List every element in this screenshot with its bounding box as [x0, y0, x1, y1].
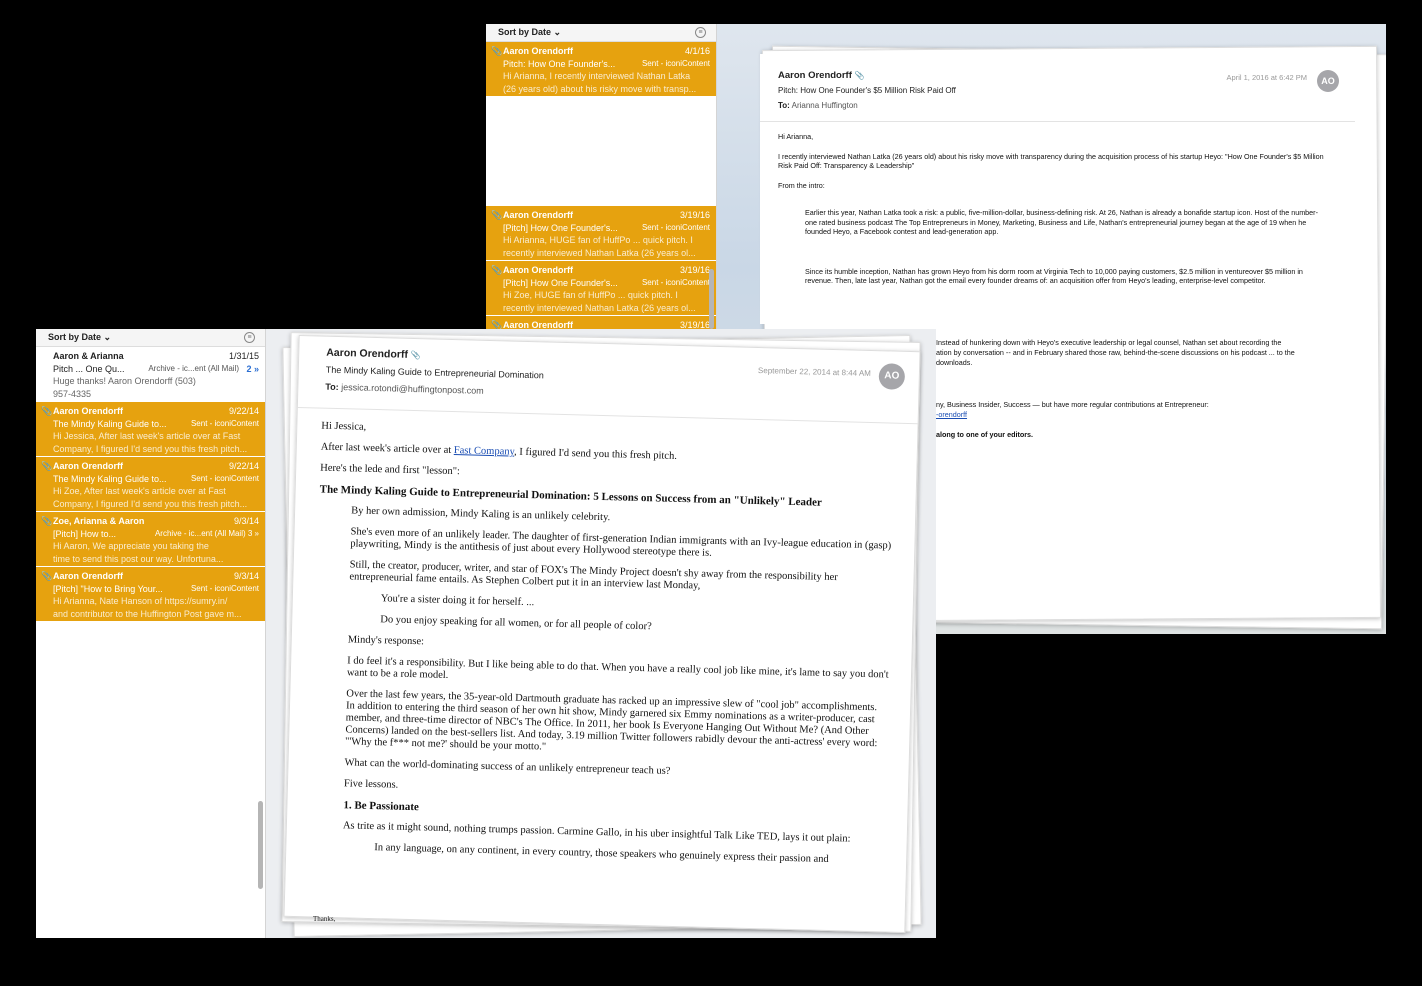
paperclip-icon: 📎 — [41, 571, 53, 581]
message-preview: Hi Zoe, After last week's article over a… — [53, 486, 226, 496]
filter-icon[interactable]: ≡ — [244, 332, 255, 343]
message-preview: Hi Jessica, After last week's article ov… — [53, 431, 241, 441]
email-paragraph: ny, Business Insider, Success — but have… — [936, 400, 1209, 409]
message-folder: Sent - iconiContent — [641, 222, 710, 232]
paperclip-icon: 📎 — [491, 210, 503, 220]
recipient-line: To: Arianna Huffington — [778, 101, 858, 110]
message-folder: Sent - iconiContent — [190, 418, 259, 428]
paperclip-icon: 📎 — [41, 406, 53, 416]
message-sender: Aaron Orendorff — [503, 265, 574, 275]
message-sender: Zoe, Arianna & Aaron — [53, 516, 145, 526]
avatar: AO — [878, 363, 906, 390]
email-date: September 22, 2014 at 8:44 AM — [757, 365, 872, 378]
email-quote: Since its humble inception, Nathan has g… — [805, 266, 1303, 286]
message-sender: Aaron Orendorff — [53, 571, 124, 581]
email-paragraph: From the intro: — [778, 180, 825, 190]
message-preview: and contributor to the Huffington Post g… — [53, 608, 242, 619]
message-date: 1/31/15 — [228, 351, 259, 361]
message-preview: time to send this post our way. Unfortun… — [53, 553, 224, 564]
fast-company-link[interactable]: Fast Company — [454, 445, 515, 458]
paperclip-icon: 📎 — [41, 461, 53, 471]
back-email-body-visible: Instead of hunkering down with Heyo's ex… — [936, 338, 1346, 440]
recipient: Arianna Huffington — [791, 101, 858, 110]
message-item[interactable]: Aaron & Arianna 1/31/15 Pitch ... One Qu… — [36, 347, 265, 402]
message-folder: Sent - iconiContent — [641, 58, 710, 68]
message-preview: Company, I figured I'd send you this fre… — [53, 443, 248, 454]
message-date: 9/3/14 — [233, 571, 259, 581]
front-message-list[interactable]: Sort by Date ⌄ ≡ Aaron & Arianna 1/31/15… — [36, 329, 266, 938]
sort-label: Sort by Date ⌄ — [48, 332, 112, 342]
message-folder: Sent - iconiContent — [641, 277, 710, 287]
message-preview: recently interviewed Nathan Latka (26 ye… — [503, 247, 696, 258]
email-quote: downloads. — [936, 358, 973, 367]
message-preview: recently interviewed Nathan Latka (26 ye… — [503, 302, 696, 313]
sort-label: Sort by Date ⌄ — [498, 27, 562, 37]
thanks-line: Thanks, — [313, 915, 336, 923]
email-paragraph: Over the last few years, the 35-year-old… — [344, 688, 878, 753]
paperclip-icon: 📎 — [491, 46, 503, 56]
message-date: 4/1/16 — [684, 46, 710, 56]
message-item[interactable]: 📎 Aaron Orendorff 3/19/16 [Pitch] How On… — [486, 206, 716, 261]
message-date: 9/22/14 — [228, 406, 259, 416]
message-folder: Sent - iconiContent — [190, 473, 259, 483]
message-date: 3/19/16 — [679, 265, 710, 275]
scrollbar-thumb[interactable] — [258, 801, 263, 889]
recipient: jessica.rotondi@huffingtonpost.com — [341, 382, 484, 396]
front-email-body: Hi Jessica, After last week's article ov… — [286, 408, 917, 868]
email-link[interactable]: -orendorff — [936, 410, 1346, 420]
message-preview: Hi Zoe, HUGE fan of HuffPo ... quick pit… — [503, 290, 678, 300]
message-item[interactable]: 📎 Aaron Orendorff 9/22/14 The Mindy Kali… — [36, 402, 265, 457]
sort-by-date-button[interactable]: Sort by Date ⌄ ≡ — [486, 24, 716, 42]
message-sender: Aaron Orendorff — [503, 46, 574, 56]
message-folder: Sent - iconiContent — [190, 583, 259, 593]
front-email-view: Aaron Orendorff 📎 The Mindy Kaling Guide… — [283, 334, 921, 934]
message-preview: Hi Arianna, Nate Hanson of https://sumry… — [53, 596, 228, 606]
front-mail-window: Sort by Date ⌄ ≡ Aaron & Arianna 1/31/15… — [36, 329, 936, 938]
message-subject: [Pitch] How to... — [53, 528, 117, 539]
scrollbar-thumb[interactable] — [709, 269, 714, 329]
message-preview: Hi Arianna, HUGE fan of HuffPo ... quick… — [503, 235, 693, 245]
back-email-body: Hi Arianna, I recently interviewed Natha… — [778, 132, 1338, 296]
email-date: April 1, 2016 at 6:42 PM — [1226, 73, 1307, 82]
message-date: 9/22/14 — [228, 461, 259, 471]
message-folder: Archive - ic...ent (All Mail) — [148, 363, 239, 373]
message-subject: Pitch ... One Qu... — [53, 363, 125, 374]
avatar: AO — [1317, 70, 1339, 92]
message-folder: Archive - ic...ent (All Mail) 3 » — [154, 528, 259, 538]
filter-icon[interactable]: ≡ — [695, 27, 706, 38]
email-quote: Instead of hunkering down with Heyo's ex… — [936, 338, 1282, 347]
message-preview: Huge thanks! Aaron Orendorff (503) — [53, 376, 196, 386]
message-item[interactable]: 📎 Aaron Orendorff 9/3/14 [Pitch] "How to… — [36, 567, 265, 622]
thread-count[interactable]: 2 » — [246, 363, 259, 376]
message-preview: Hi Arianna, I recently interviewed Natha… — [503, 71, 691, 81]
email-paragraph: She's even more of an unlikely leader. T… — [350, 526, 892, 559]
message-preview: Hi Aaron, We appreciate you taking the — [53, 541, 209, 551]
email-paragraph: along to one of your editors. — [936, 430, 1034, 439]
paperclip-icon: 📎 — [410, 350, 421, 361]
email-paragraph: Hi Arianna, — [778, 132, 814, 141]
message-item[interactable]: 📎 Aaron Orendorff 3/19/16 [Pitch] How On… — [486, 261, 716, 316]
email-paragraph: Still, the creator, producer, writer, an… — [349, 559, 838, 592]
message-item[interactable]: 📎 Zoe, Arianna & Aaron 9/3/14 [Pitch] Ho… — [36, 512, 265, 567]
list-gap — [486, 97, 716, 206]
message-preview: Company, I figured I'd send you this fre… — [53, 498, 248, 509]
email-paragraph: I recently interviewed Nathan Latka (26 … — [778, 151, 1324, 171]
paperclip-icon: 📎 — [854, 71, 865, 80]
message-item[interactable]: 📎 Aaron Orendorff 4/1/16 Pitch: How One … — [486, 42, 716, 97]
paperclip-icon: 📎 — [41, 516, 53, 526]
message-date: 9/3/14 — [233, 516, 259, 526]
email-quote: ation by conversation -- and in February… — [936, 348, 1295, 357]
message-preview: 957-4335 — [53, 388, 92, 399]
paperclip-icon: 📎 — [491, 265, 503, 275]
email-paragraph: I do feel it's a responsibility. But I l… — [346, 655, 889, 681]
message-item[interactable]: 📎 Aaron Orendorff 9/22/14 The Mindy Kali… — [36, 457, 265, 512]
email-subject: Pitch: How One Founder's $5 Million Risk… — [778, 86, 956, 95]
email-quote: In any language, on any continent, in ev… — [374, 842, 829, 866]
message-date: 3/19/16 — [679, 210, 710, 220]
sort-by-date-button[interactable]: Sort by Date ⌄ ≡ — [36, 329, 265, 347]
message-sender: Aaron Orendorff — [503, 210, 574, 220]
email-quote: Earlier this year, Nathan Latka took a r… — [805, 208, 1318, 236]
message-preview: (26 years old) about his risky move with… — [503, 83, 697, 94]
